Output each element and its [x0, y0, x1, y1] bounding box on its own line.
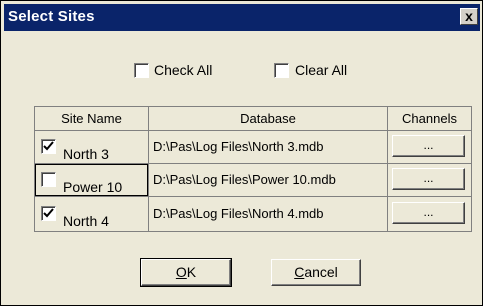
clear-all-checkbox[interactable] [274, 63, 289, 78]
sites-grid: Site Name Database Channels North 3 D:\P… [34, 106, 472, 232]
dialog-title: Select Sites [8, 8, 95, 25]
check-all-label: Check All [154, 62, 213, 78]
ok-button[interactable]: OK [140, 258, 232, 287]
cancel-label-rest: ancel [304, 264, 338, 280]
close-icon: x [465, 8, 473, 24]
database-path[interactable]: D:\Pas\Log Files\North 3.mdb [149, 131, 387, 163]
ok-label-rest: K [186, 264, 197, 280]
table-row-site-cell[interactable]: Power 10 [35, 164, 148, 196]
close-button[interactable]: x [460, 8, 478, 25]
ok-mnemonic: O [175, 264, 187, 280]
channels-button[interactable]: ... [392, 168, 465, 190]
site-checkbox[interactable] [41, 206, 56, 221]
table-row-site-cell[interactable]: North 3 [35, 131, 148, 163]
table-row-site-cell[interactable]: North 4 [35, 197, 148, 231]
checkmark-icon [43, 208, 54, 218]
cancel-button[interactable]: Cancel [271, 259, 361, 286]
channels-cell: ... [388, 131, 471, 163]
select-sites-dialog: Select Sites x Check All Clear All Site … [0, 0, 483, 306]
channels-cell: ... [388, 164, 471, 196]
site-checkbox[interactable] [41, 172, 56, 187]
site-name: North 3 [63, 146, 109, 162]
column-header-database[interactable]: Database [149, 107, 387, 130]
checkmark-icon [43, 141, 54, 151]
check-all-checkbox[interactable] [134, 63, 149, 78]
title-bar[interactable]: Select Sites x [4, 4, 480, 31]
column-header-channels[interactable]: Channels [388, 107, 471, 130]
database-path[interactable]: D:\Pas\Log Files\Power 10.mdb [149, 164, 387, 196]
clear-all-label: Clear All [295, 62, 348, 78]
site-name: Power 10 [63, 179, 123, 195]
column-header-site-name[interactable]: Site Name [35, 107, 148, 130]
site-name: North 4 [63, 213, 109, 229]
channels-cell: ... [388, 197, 471, 231]
cancel-mnemonic: C [294, 264, 305, 280]
channels-button[interactable]: ... [392, 135, 465, 157]
site-checkbox[interactable] [41, 139, 56, 154]
database-path[interactable]: D:\Pas\Log Files\North 4.mdb [149, 197, 387, 231]
channels-button[interactable]: ... [392, 202, 465, 224]
